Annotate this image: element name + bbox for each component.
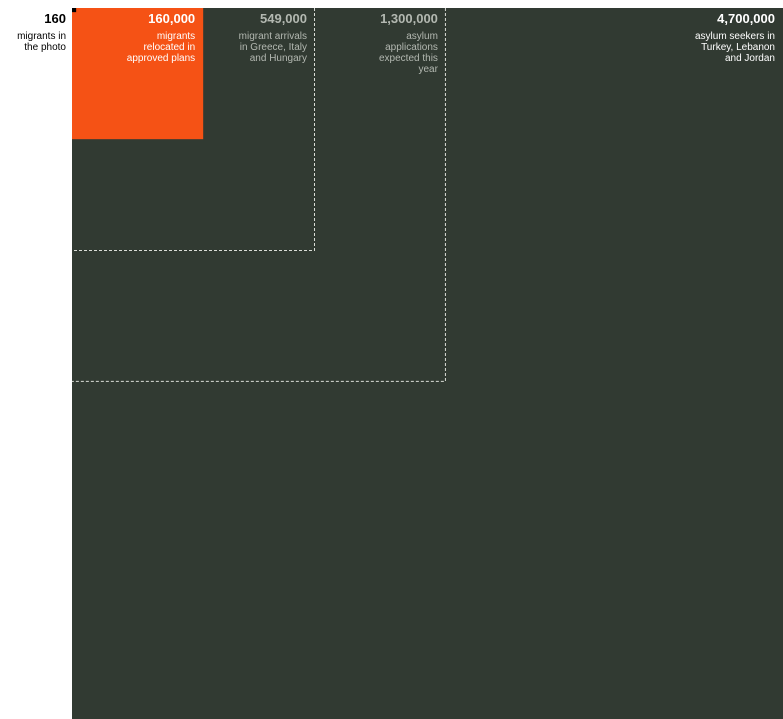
value-label-1-300-000: 1,300,000 — [380, 11, 438, 26]
value-label-549-000: 549,000 — [260, 11, 307, 26]
description-label-4-700-000: Turkey, Lebanon — [701, 42, 775, 53]
description-label-160-000: migrants — [157, 31, 195, 42]
description-label-160-000: approved plans — [127, 53, 195, 64]
description-label-4-700-000: asylum seekers in — [695, 31, 775, 42]
description-label-160: the photo — [24, 42, 66, 53]
description-label-1-300-000: expected this — [379, 53, 438, 64]
description-label-160: migrants in — [17, 31, 66, 42]
description-label-160-000: relocated in — [143, 42, 195, 53]
description-label-4-700-000: and Jordan — [725, 53, 775, 64]
value-label-160-000: 160,000 — [148, 11, 195, 26]
description-label-549-000: and Hungary — [250, 53, 307, 64]
description-label-1-300-000: year — [418, 64, 438, 75]
value-label-4-700-000: 4,700,000 — [717, 11, 775, 26]
description-label-1-300-000: asylum — [406, 31, 438, 42]
square-160-000 — [72, 8, 204, 140]
square-160 — [72, 8, 77, 13]
value-label-160: 160 — [44, 11, 66, 26]
description-label-549-000: migrant arrivals — [239, 31, 307, 42]
nested-squares-chart: 4,700,000 asylum seekers inTurkey, Lebano… — [17, 8, 783, 719]
description-label-1-300-000: applications — [385, 42, 438, 53]
description-label-549-000: in Greece, Italy — [240, 42, 307, 53]
